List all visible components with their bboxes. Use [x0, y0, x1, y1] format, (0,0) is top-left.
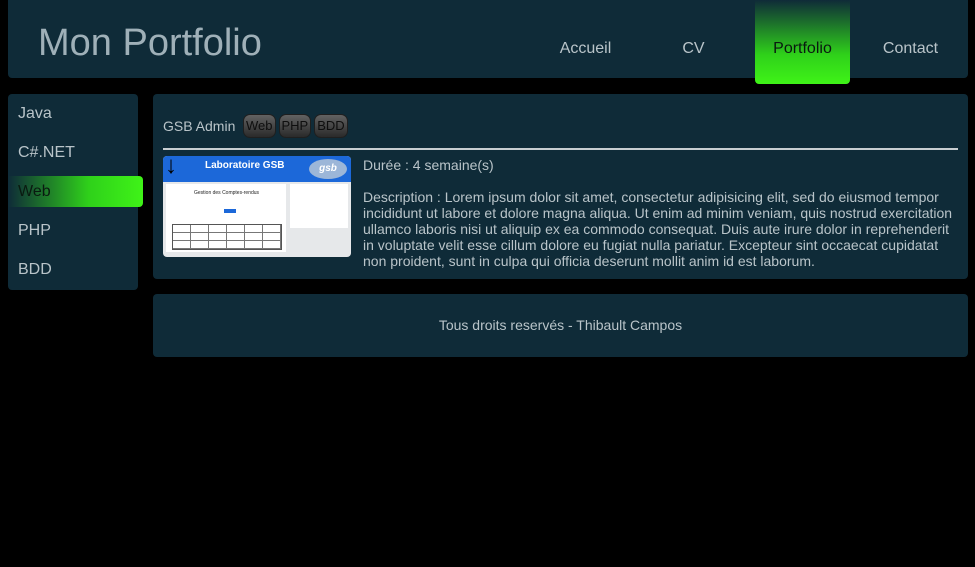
tag-php[interactable]: PHP: [278, 114, 312, 138]
sidebar-item-java[interactable]: Java: [8, 98, 138, 130]
gsb-logo: gsb: [309, 159, 347, 179]
tag-bdd[interactable]: BDD: [314, 114, 348, 138]
nav-accueil[interactable]: Accueil: [538, 0, 633, 84]
sidebar: Java C#.NET Web PHP BDD: [8, 94, 143, 290]
sidebar-item-php[interactable]: PHP: [8, 215, 138, 247]
project-title: GSB Admin: [163, 118, 236, 134]
thumbnail-button: [224, 209, 236, 213]
sidebar-item-bdd[interactable]: BDD: [8, 254, 138, 286]
divider: [163, 148, 958, 150]
thumbnail-heading: Gestion des Comptes-rendus: [194, 190, 260, 196]
project-duration: Durée : 4 semaine(s): [363, 157, 494, 173]
project-thumbnail[interactable]: ↓ Laboratoire GSB gsb Gestion des Compte…: [163, 156, 351, 257]
nav-portfolio[interactable]: Portfolio: [755, 0, 850, 84]
project-card: GSB Admin Web PHP BDD ↓ Laboratoire GSB …: [153, 94, 968, 279]
sidebar-item-web[interactable]: Web: [8, 176, 143, 207]
footer: Tous droits reservés - Thibault Campos: [153, 294, 968, 357]
project-tags: Web PHP BDD: [243, 114, 348, 138]
project-meta: Durée : 4 semaine(s) Description : Lorem…: [363, 157, 958, 269]
nav-contact[interactable]: Contact: [863, 0, 958, 84]
arrow-down-icon: ↓: [165, 156, 177, 179]
thumbnail-banner-text: Laboratoire GSB: [205, 160, 285, 171]
thumbnail-sidebar: [290, 184, 348, 228]
sidebar-item-csharp[interactable]: C#.NET: [8, 137, 138, 169]
site-title: Mon Portfolio: [38, 22, 262, 64]
project-description: Description : Lorem ipsum dolor sit amet…: [363, 189, 953, 269]
thumbnail-body: Gestion des Comptes-rendus: [166, 184, 286, 252]
thumbnail-banner: ↓ Laboratoire GSB gsb: [163, 156, 351, 182]
header: Mon Portfolio Accueil CV Portfolio Conta…: [8, 0, 968, 84]
thumbnail-table: [172, 224, 282, 250]
tag-web[interactable]: Web: [243, 114, 276, 138]
nav-cv[interactable]: CV: [646, 0, 741, 84]
